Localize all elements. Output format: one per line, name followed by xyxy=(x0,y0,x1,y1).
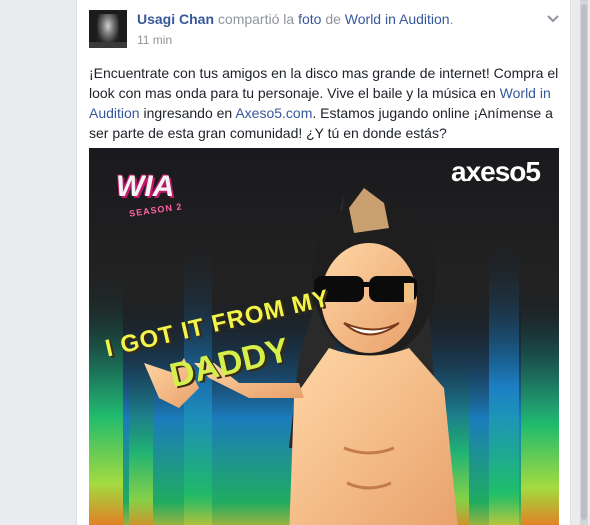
body-link-axeso5[interactable]: Axeso5.com xyxy=(235,105,312,121)
avatar-image xyxy=(97,14,119,44)
timestamp[interactable]: 11 min xyxy=(137,33,172,47)
shared-text: compartió la xyxy=(217,11,295,27)
author-link[interactable]: Usagi Chan xyxy=(137,11,214,27)
of-text: de xyxy=(325,11,341,27)
period-text: . xyxy=(449,11,454,27)
avatar[interactable] xyxy=(89,10,127,48)
chevron-down-icon[interactable] xyxy=(547,10,559,26)
body-text-1: ¡Encuentrate con tus amigos en la disco … xyxy=(89,65,559,101)
photo-link[interactable]: foto xyxy=(298,11,321,27)
post-headline: Usagi Chan compartió la foto de World in… xyxy=(137,11,453,27)
post-body: ¡Encuentrate con tus amigos en la disco … xyxy=(89,63,559,143)
avatar-base xyxy=(89,42,127,48)
page-scrollbar[interactable] xyxy=(580,0,588,525)
post-card: Usagi Chan compartió la foto de World in… xyxy=(76,0,571,525)
post-header: Usagi Chan compartió la foto de World in… xyxy=(89,10,559,50)
game-logo: WIA SEASON 2 xyxy=(101,160,191,224)
scrollbar-thumb[interactable] xyxy=(581,4,587,520)
brand-logo: axeso5 xyxy=(451,156,541,187)
post-photo[interactable]: WIA SEASON 2 axeso5 I GOT IT FROM MY DAD… xyxy=(89,148,559,525)
body-text-2: ingresando en xyxy=(139,105,236,121)
game-logo-text: WIA xyxy=(116,170,175,203)
page-link[interactable]: World in Audition xyxy=(345,11,450,27)
